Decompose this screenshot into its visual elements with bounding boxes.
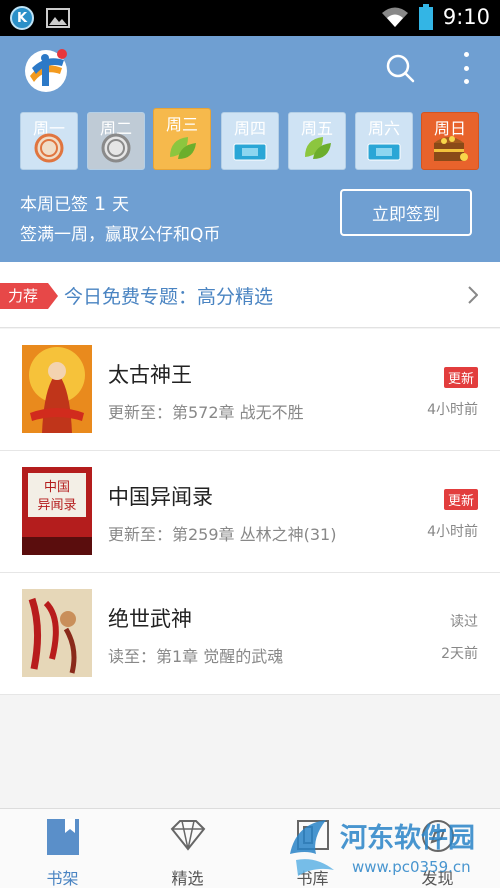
update-badge: 更新 (443, 367, 478, 388)
book-cover: 中国 异闻录 (22, 467, 92, 555)
book-progress: 更新至：第572章 战无不胜 (108, 403, 304, 422)
clock: 9:10 (442, 5, 490, 29)
leaf-icon (170, 137, 196, 159)
day-mon[interactable]: 周一 (20, 112, 78, 170)
leak-coin-icon (101, 133, 131, 163)
book-time: 4小时前 (427, 524, 478, 540)
ticket-icon (233, 143, 267, 161)
svg-text:异闻录: 异闻录 (37, 498, 76, 513)
book-time: 4小时前 (427, 402, 478, 418)
book-progress: 更新至：第259章 丛林之神(31) (108, 525, 337, 544)
app-logo[interactable] (22, 46, 70, 94)
week-sign-status: 本周已签 1 天 (20, 193, 130, 215)
free-topic-banner[interactable]: 力荐 今日免费专题：高分精选 (0, 262, 500, 328)
update-badge: 更新 (443, 489, 478, 510)
sign-coin-icon (34, 133, 64, 163)
book-cover (22, 589, 92, 677)
chevron-right-icon (468, 286, 478, 304)
topic-title: 今日免费专题：高分精选 (64, 286, 274, 308)
book-progress: 读至：第1章 觉醒的武魂 (108, 647, 284, 666)
treasure-chest-icon (434, 136, 468, 161)
day-thu[interactable]: 周四 (221, 112, 279, 170)
tab-bookshelf[interactable]: 书架 (0, 809, 125, 888)
watermark-logo-icon (290, 820, 334, 876)
battery-icon (418, 4, 433, 30)
day-wed[interactable]: 周三 (153, 108, 211, 170)
recommend-tag: 力荐 (0, 283, 59, 309)
book-item[interactable]: 中国 异闻录 中国异闻录 更新至：第259章 丛林之神(31) 更新 4小时前 (0, 451, 500, 573)
k-app-icon: K (10, 6, 34, 30)
wifi-icon (381, 7, 408, 27)
signin-header: 周一 周二 周三 周四 周五 周六 周日 本周已签 1 天 签满一周，赢取公仔和… (0, 36, 500, 262)
day-tue[interactable]: 周二 (87, 112, 145, 170)
book-title: 绝世武神 (108, 607, 192, 631)
day-sat[interactable]: 周六 (355, 112, 413, 170)
tab-featured[interactable]: 精选 (125, 809, 250, 888)
day-sun[interactable]: 周日 (421, 112, 479, 170)
leaf-icon (305, 137, 331, 159)
book-title: 中国异闻录 (108, 485, 213, 509)
bookmark-icon (46, 819, 79, 855)
more-menu-button[interactable] (456, 50, 476, 86)
watermark: 河东软件园 www.pc0359.cn (286, 812, 500, 888)
book-item[interactable]: 太古神王 更新至：第572章 战无不胜 更新 4小时前 (0, 329, 500, 451)
diamond-icon (170, 820, 205, 851)
week-days: 周一 周二 周三 周四 周五 周六 周日 (20, 108, 480, 172)
read-tag: 读过 (450, 614, 478, 630)
image-icon (46, 8, 70, 28)
day-fri[interactable]: 周五 (288, 112, 346, 170)
book-item[interactable]: 绝世武神 读至：第1章 觉醒的武魂 读过 2天前 (0, 573, 500, 695)
book-cover (22, 345, 92, 433)
svg-text:中国: 中国 (44, 480, 70, 495)
signin-button[interactable]: 立即签到 (340, 189, 472, 236)
status-bar: K 9:10 (0, 0, 500, 36)
book-time: 2天前 (441, 646, 478, 662)
search-button[interactable] (384, 52, 416, 84)
week-reward-tip: 签满一周，赢取公仔和Q币 (20, 225, 221, 245)
book-title: 太古神王 (108, 363, 192, 387)
ticket-icon (367, 143, 401, 161)
